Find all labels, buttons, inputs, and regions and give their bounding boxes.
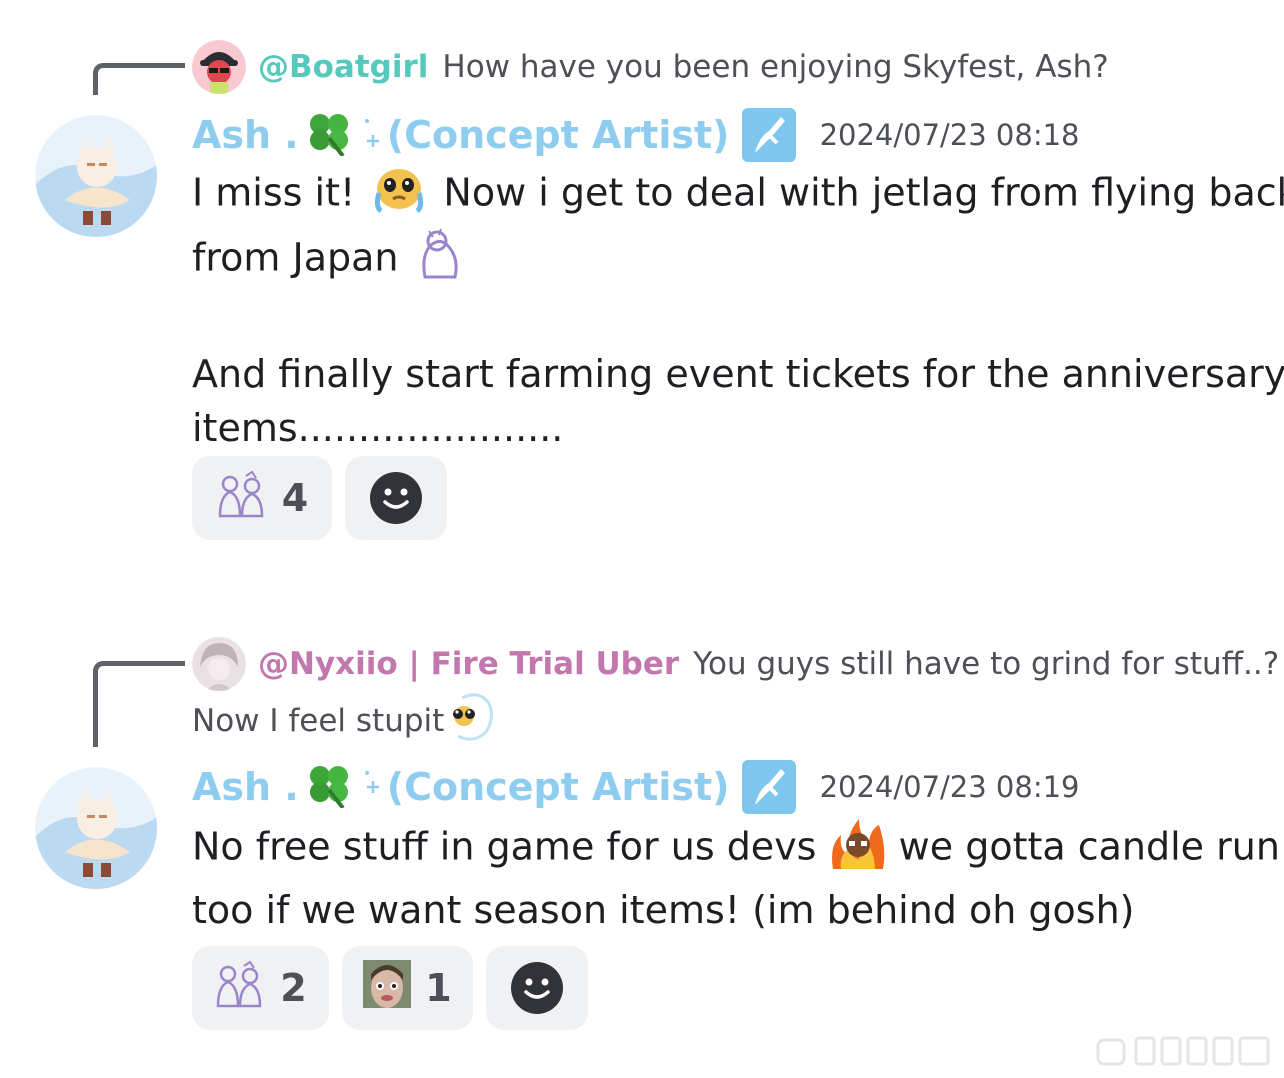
- fire-emoji-icon: [829, 815, 887, 883]
- message-text: No free stuff in game for us devs: [192, 824, 817, 869]
- message-line: I miss it! Now i get to deal with jetlag…: [192, 163, 1284, 227]
- author-role-suffix[interactable]: (Concept Artist): [387, 765, 730, 809]
- message-line: items......................: [192, 401, 1284, 455]
- reaction-button[interactable]: 1: [342, 946, 473, 1030]
- reply-text: Now I feel stupit: [192, 703, 445, 739]
- message-text: too if we want season items! (im behind …: [192, 888, 1135, 932]
- message-line: No free stuff in game for us devs we got…: [192, 815, 1280, 883]
- message-line: from Japan: [192, 227, 1284, 293]
- sparkle-icon: [363, 113, 383, 157]
- message-header: Ash . (Concept Artist) 2024/07/23 08:18: [192, 107, 1080, 163]
- add-reaction-button[interactable]: [345, 456, 447, 540]
- author-name[interactable]: Ash .: [192, 113, 299, 157]
- message-line: too if we want season items! (im behind …: [192, 883, 1280, 937]
- message-body: No free stuff in game for us devs we got…: [192, 815, 1280, 937]
- reaction-button[interactable]: 2: [192, 946, 329, 1030]
- reply-author-name[interactable]: @Nyxiio | Fire Trial Uber: [258, 646, 679, 682]
- smiley-add-icon: [370, 472, 422, 524]
- sky-children-icon: [214, 960, 266, 1017]
- message-text: from Japan: [192, 235, 399, 280]
- sky-child-emoji-icon: [411, 227, 467, 293]
- watermark-logo: [1096, 1032, 1272, 1068]
- clover-icon: [303, 110, 355, 160]
- reply-author-name[interactable]: @Boatgirl: [258, 49, 428, 85]
- boatgirl-avatar[interactable]: [192, 40, 246, 94]
- message-timestamp: 2024/07/23 08:19: [819, 770, 1080, 804]
- reply-preview[interactable]: @Boatgirl How have you been enjoying Sky…: [192, 38, 1109, 96]
- author-avatar[interactable]: [35, 767, 157, 889]
- role-badge-icon[interactable]: [741, 108, 796, 162]
- clover-icon: [303, 762, 355, 812]
- message-header: Ash . (Concept Artist) 2024/07/23 08:19: [192, 759, 1080, 815]
- author-role-suffix[interactable]: (Concept Artist): [387, 113, 730, 157]
- message-body: I miss it! Now i get to deal with jetlag…: [192, 163, 1284, 455]
- reply-connector: [93, 661, 185, 747]
- message-text: we gotta candle run: [898, 824, 1280, 869]
- author-name[interactable]: Ash .: [192, 765, 299, 809]
- crying-emoji-icon: [367, 163, 431, 227]
- reaction-count: 4: [281, 476, 309, 520]
- message-text: I miss it!: [192, 170, 356, 215]
- reaction-count: 2: [280, 966, 307, 1010]
- message-line: [192, 293, 1284, 347]
- reaction-button[interactable]: 4: [192, 456, 332, 540]
- role-badge-icon[interactable]: [741, 760, 796, 814]
- reply-connector: [93, 63, 185, 95]
- reply-preview[interactable]: @Nyxiio | Fire Trial Uber You guys still…: [192, 635, 1279, 693]
- message-line: And finally start farming event tickets …: [192, 347, 1284, 401]
- smiley-add-icon: [511, 962, 563, 1014]
- peeking-eyes-emoji-icon: [444, 692, 494, 750]
- reply-preview-continued: Now I feel stupit: [192, 692, 494, 750]
- author-avatar[interactable]: [35, 115, 157, 237]
- face-mask-emoji: [363, 959, 412, 1017]
- message-timestamp: 2024/07/23 08:18: [819, 118, 1080, 152]
- reaction-count: 1: [425, 966, 452, 1010]
- reply-text: How have you been enjoying Skyfest, Ash?: [442, 49, 1109, 85]
- message-text: items......................: [192, 406, 564, 450]
- message-text: Now i get to deal with jetlag from flyin…: [443, 170, 1284, 215]
- nyxiio-avatar[interactable]: [192, 637, 246, 691]
- add-reaction-button[interactable]: [486, 946, 588, 1030]
- message-text: And finally start farming event tickets …: [192, 352, 1284, 396]
- reply-text: You guys still have to grind for stuff..…: [693, 646, 1280, 682]
- sparkle-icon: [363, 765, 383, 809]
- sky-children-icon: [216, 470, 268, 527]
